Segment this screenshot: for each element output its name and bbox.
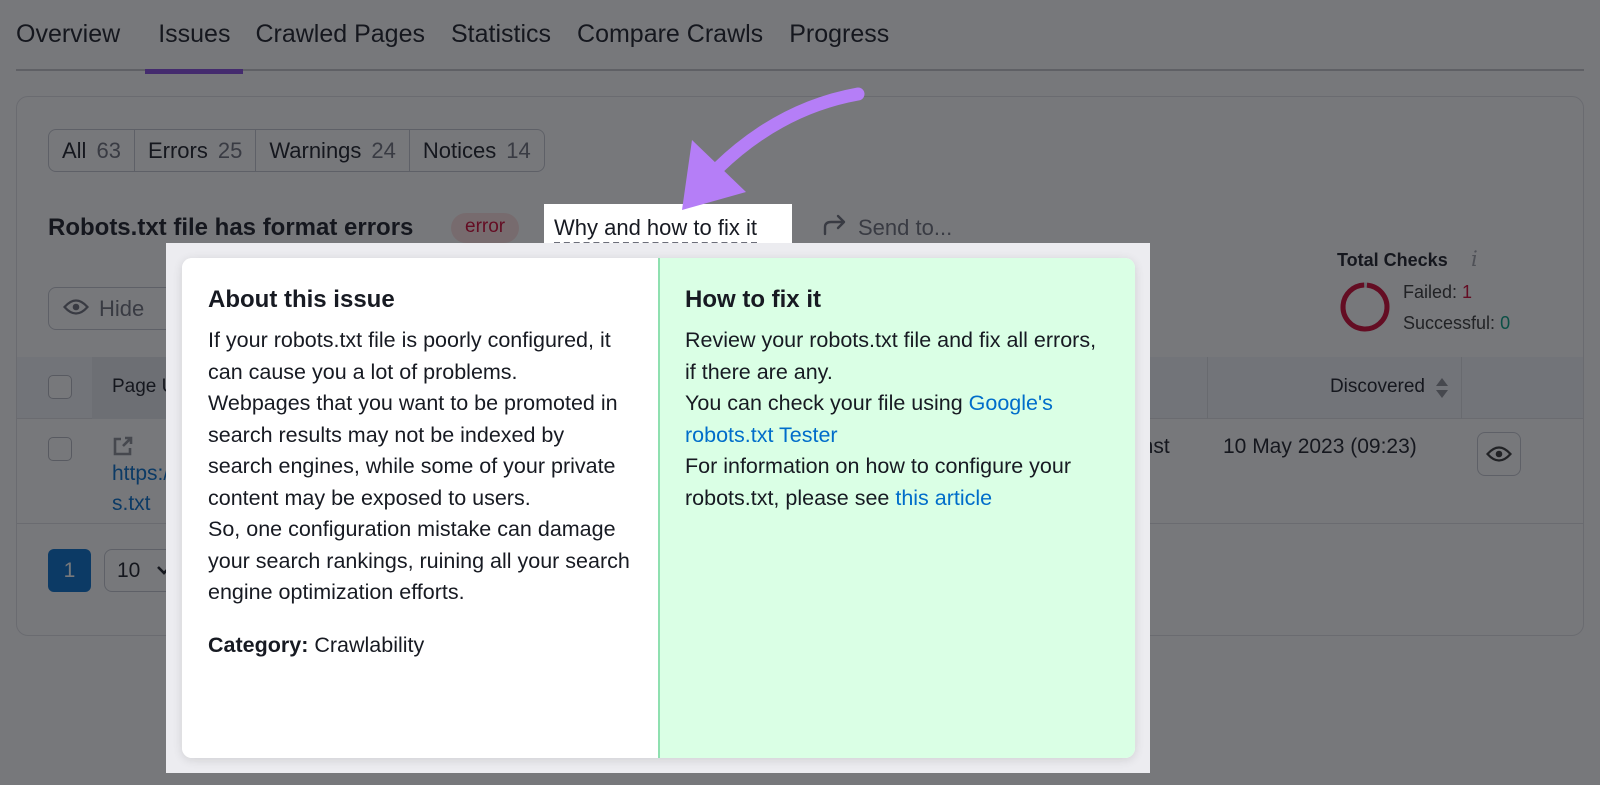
- page-1-button[interactable]: 1: [48, 549, 91, 592]
- tab-crawled-pages[interactable]: Crawled Pages: [242, 0, 438, 71]
- discovered-date: 10 May 2023 (09:23): [1223, 435, 1417, 458]
- filter-all[interactable]: All 63: [49, 130, 135, 171]
- this-article-link[interactable]: this article: [895, 486, 992, 510]
- select-all-checkbox[interactable]: [48, 375, 72, 399]
- share-arrow-icon: [822, 214, 848, 242]
- tab-issues[interactable]: Issues: [145, 0, 244, 74]
- page-size-value: 10: [117, 559, 141, 582]
- filter-count: 63: [96, 137, 121, 163]
- filter-warnings[interactable]: Warnings 24: [256, 130, 410, 171]
- issue-type-filter: All 63 Errors 25 Warnings 24 Notices 14: [48, 129, 545, 172]
- report-tabs: Overview Issues Crawled Pages Statistics…: [16, 0, 1584, 74]
- send-to-label: Send to...: [858, 215, 953, 240]
- send-to-button[interactable]: Send to...: [822, 214, 952, 242]
- successful-count: Successful: 0: [1403, 313, 1511, 333]
- popup-frame: About this issue If your robots.txt file…: [166, 243, 1150, 773]
- why-link-highlight: Why and how to fix it: [544, 204, 792, 244]
- failed-count: Failed: 1: [1403, 282, 1473, 302]
- filter-label: All: [62, 137, 87, 163]
- discovered-header-label: Discovered: [1329, 376, 1425, 397]
- total-checks-widget: Total Checks i Failed: 1 Successful: 0: [1337, 247, 1577, 337]
- category: Category: Crawlability: [208, 633, 632, 658]
- external-link-icon[interactable]: [112, 435, 134, 457]
- eye-icon: [63, 296, 89, 322]
- fix-paragraph: For information on how to configure your…: [685, 454, 1072, 510]
- fix-paragraph: Review your robots.txt file and fix all …: [685, 328, 1097, 384]
- about-paragraph: So, one configuration mistake can damage…: [208, 517, 630, 604]
- total-checks-title: Total Checks: [1337, 250, 1448, 270]
- filter-label: Notices: [422, 137, 497, 163]
- discovered-header[interactable]: Discovered: [1207, 357, 1462, 419]
- tab-progress[interactable]: Progress: [776, 0, 902, 71]
- hide-label: Hide: [99, 295, 145, 321]
- filter-count: 24: [371, 137, 396, 163]
- error-badge: error: [451, 213, 520, 243]
- about-issue-panel: About this issue If your robots.txt file…: [182, 258, 658, 758]
- tab-overview[interactable]: Overview: [16, 0, 133, 71]
- category-label: Category:: [208, 632, 309, 657]
- issue-title: Robots.txt file has format errors: [48, 214, 414, 241]
- how-to-fix-panel: How to fix it Review your robots.txt fil…: [658, 258, 1135, 758]
- about-paragraph: If your robots.txt file is poorly config…: [208, 328, 611, 384]
- sort-icon: [1436, 378, 1448, 398]
- fix-heading: How to fix it: [685, 286, 821, 313]
- view-button[interactable]: [1477, 432, 1521, 476]
- filter-label: Warnings: [269, 137, 362, 163]
- filter-count: 25: [217, 137, 243, 163]
- filter-count: 14: [506, 137, 531, 163]
- filter-label: Errors: [147, 137, 208, 163]
- about-heading: About this issue: [208, 286, 395, 313]
- failed-arc: [1340, 282, 1390, 332]
- category-value: Crawlability: [314, 632, 425, 657]
- hide-button[interactable]: Hide: [48, 287, 178, 330]
- tab-compare-crawls[interactable]: Compare Crawls: [564, 0, 776, 71]
- filter-errors[interactable]: Errors 25: [135, 130, 257, 171]
- fix-paragraph: You can check your file using Google's r…: [685, 391, 1053, 447]
- tab-statistics[interactable]: Statistics: [438, 0, 564, 71]
- checks-donut: [1340, 282, 1390, 332]
- info-icon[interactable]: i: [1471, 247, 1478, 271]
- eye-icon: [1486, 446, 1512, 462]
- about-paragraph: Webpages that you want to be promoted in…: [208, 391, 618, 510]
- page-url-link[interactable]: https:/ s.txt: [112, 459, 169, 519]
- filter-notices[interactable]: Notices 14: [410, 130, 544, 171]
- row-checkbox[interactable]: [48, 437, 72, 461]
- issue-info-popup: About this issue If your robots.txt file…: [182, 258, 1135, 758]
- why-and-how-to-fix-link[interactable]: Why and how to fix it: [554, 215, 757, 244]
